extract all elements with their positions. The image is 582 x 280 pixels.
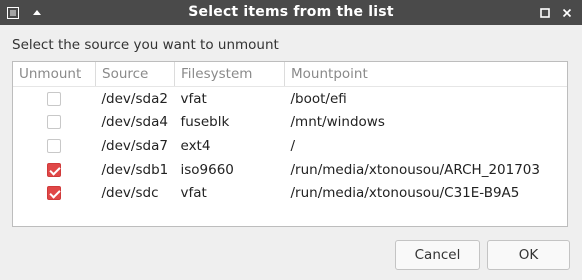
unmount-checkbox[interactable]	[47, 186, 62, 201]
column-header-mountpoint[interactable]: Mountpoint	[284, 62, 567, 87]
column-header-unmount[interactable]: Unmount	[13, 62, 96, 87]
maximize-icon[interactable]	[534, 0, 556, 25]
prompt-label: Select the source you want to unmount	[12, 37, 279, 53]
source-cell: /dev/sda2	[101, 90, 168, 107]
cancel-button[interactable]: Cancel	[395, 240, 480, 270]
unmount-checkbox[interactable]	[47, 91, 62, 106]
unmount-cell	[13, 134, 96, 158]
table-header-row: Unmount Source Filesystem Mountpoint	[13, 62, 567, 87]
filesystem-cell: ext4	[180, 137, 211, 154]
unmount-checkbox[interactable]	[47, 115, 62, 130]
table-row[interactable]: /dev/sda2 vfat/boot/efi	[13, 87, 567, 111]
mount-table: Unmount Source Filesystem Mountpoint /de…	[13, 62, 567, 205]
table-row[interactable]: /dev/sda4 fuseblk/mnt/windows	[13, 111, 567, 135]
filesystem-cell: vfat	[180, 90, 207, 107]
column-header-filesystem[interactable]: Filesystem	[174, 62, 285, 87]
mountpoint-cell: /run/media/xtonousou/C31E-B9A5	[290, 185, 520, 202]
filesystem-cell: vfat	[180, 185, 207, 202]
mountpoint-cell: /boot/efi	[290, 90, 347, 107]
title-bar: Select items from the list	[0, 0, 582, 25]
filesystem-cell: fuseblk	[180, 114, 230, 131]
close-icon[interactable]	[556, 0, 578, 25]
source-cell: /dev/sdb1	[101, 161, 169, 178]
unmount-cell	[13, 181, 96, 205]
column-header-source[interactable]: Source	[95, 62, 175, 87]
filesystem-cell: iso9660	[180, 161, 234, 178]
window-title: Select items from the list	[188, 4, 394, 20]
unmount-checkbox[interactable]	[47, 162, 62, 177]
source-cell: /dev/sda4	[101, 114, 168, 131]
mountpoint-cell: /mnt/windows	[290, 114, 385, 131]
unmount-cell	[13, 87, 96, 111]
mount-list: Unmount Source Filesystem Mountpoint /de…	[12, 61, 568, 227]
ok-button[interactable]: OK	[487, 240, 570, 270]
table-row[interactable]: /dev/sdc vfat/run/media/xtonousou/C31E-B9…	[13, 181, 567, 205]
mountpoint-cell: /run/media/xtonousou/ARCH_201703	[290, 161, 540, 178]
unmount-checkbox[interactable]	[47, 138, 62, 153]
mountpoint-cell: /	[290, 137, 296, 154]
table-row[interactable]: /dev/sda7 ext4 /	[13, 134, 567, 158]
unmount-cell	[13, 158, 96, 182]
source-cell: /dev/sda7	[101, 137, 168, 154]
unmount-cell	[13, 111, 96, 135]
source-cell: /dev/sdc	[101, 185, 159, 202]
table-row[interactable]: /dev/sdb1 iso9660/run/media/xtonousou/ARC…	[13, 158, 567, 182]
